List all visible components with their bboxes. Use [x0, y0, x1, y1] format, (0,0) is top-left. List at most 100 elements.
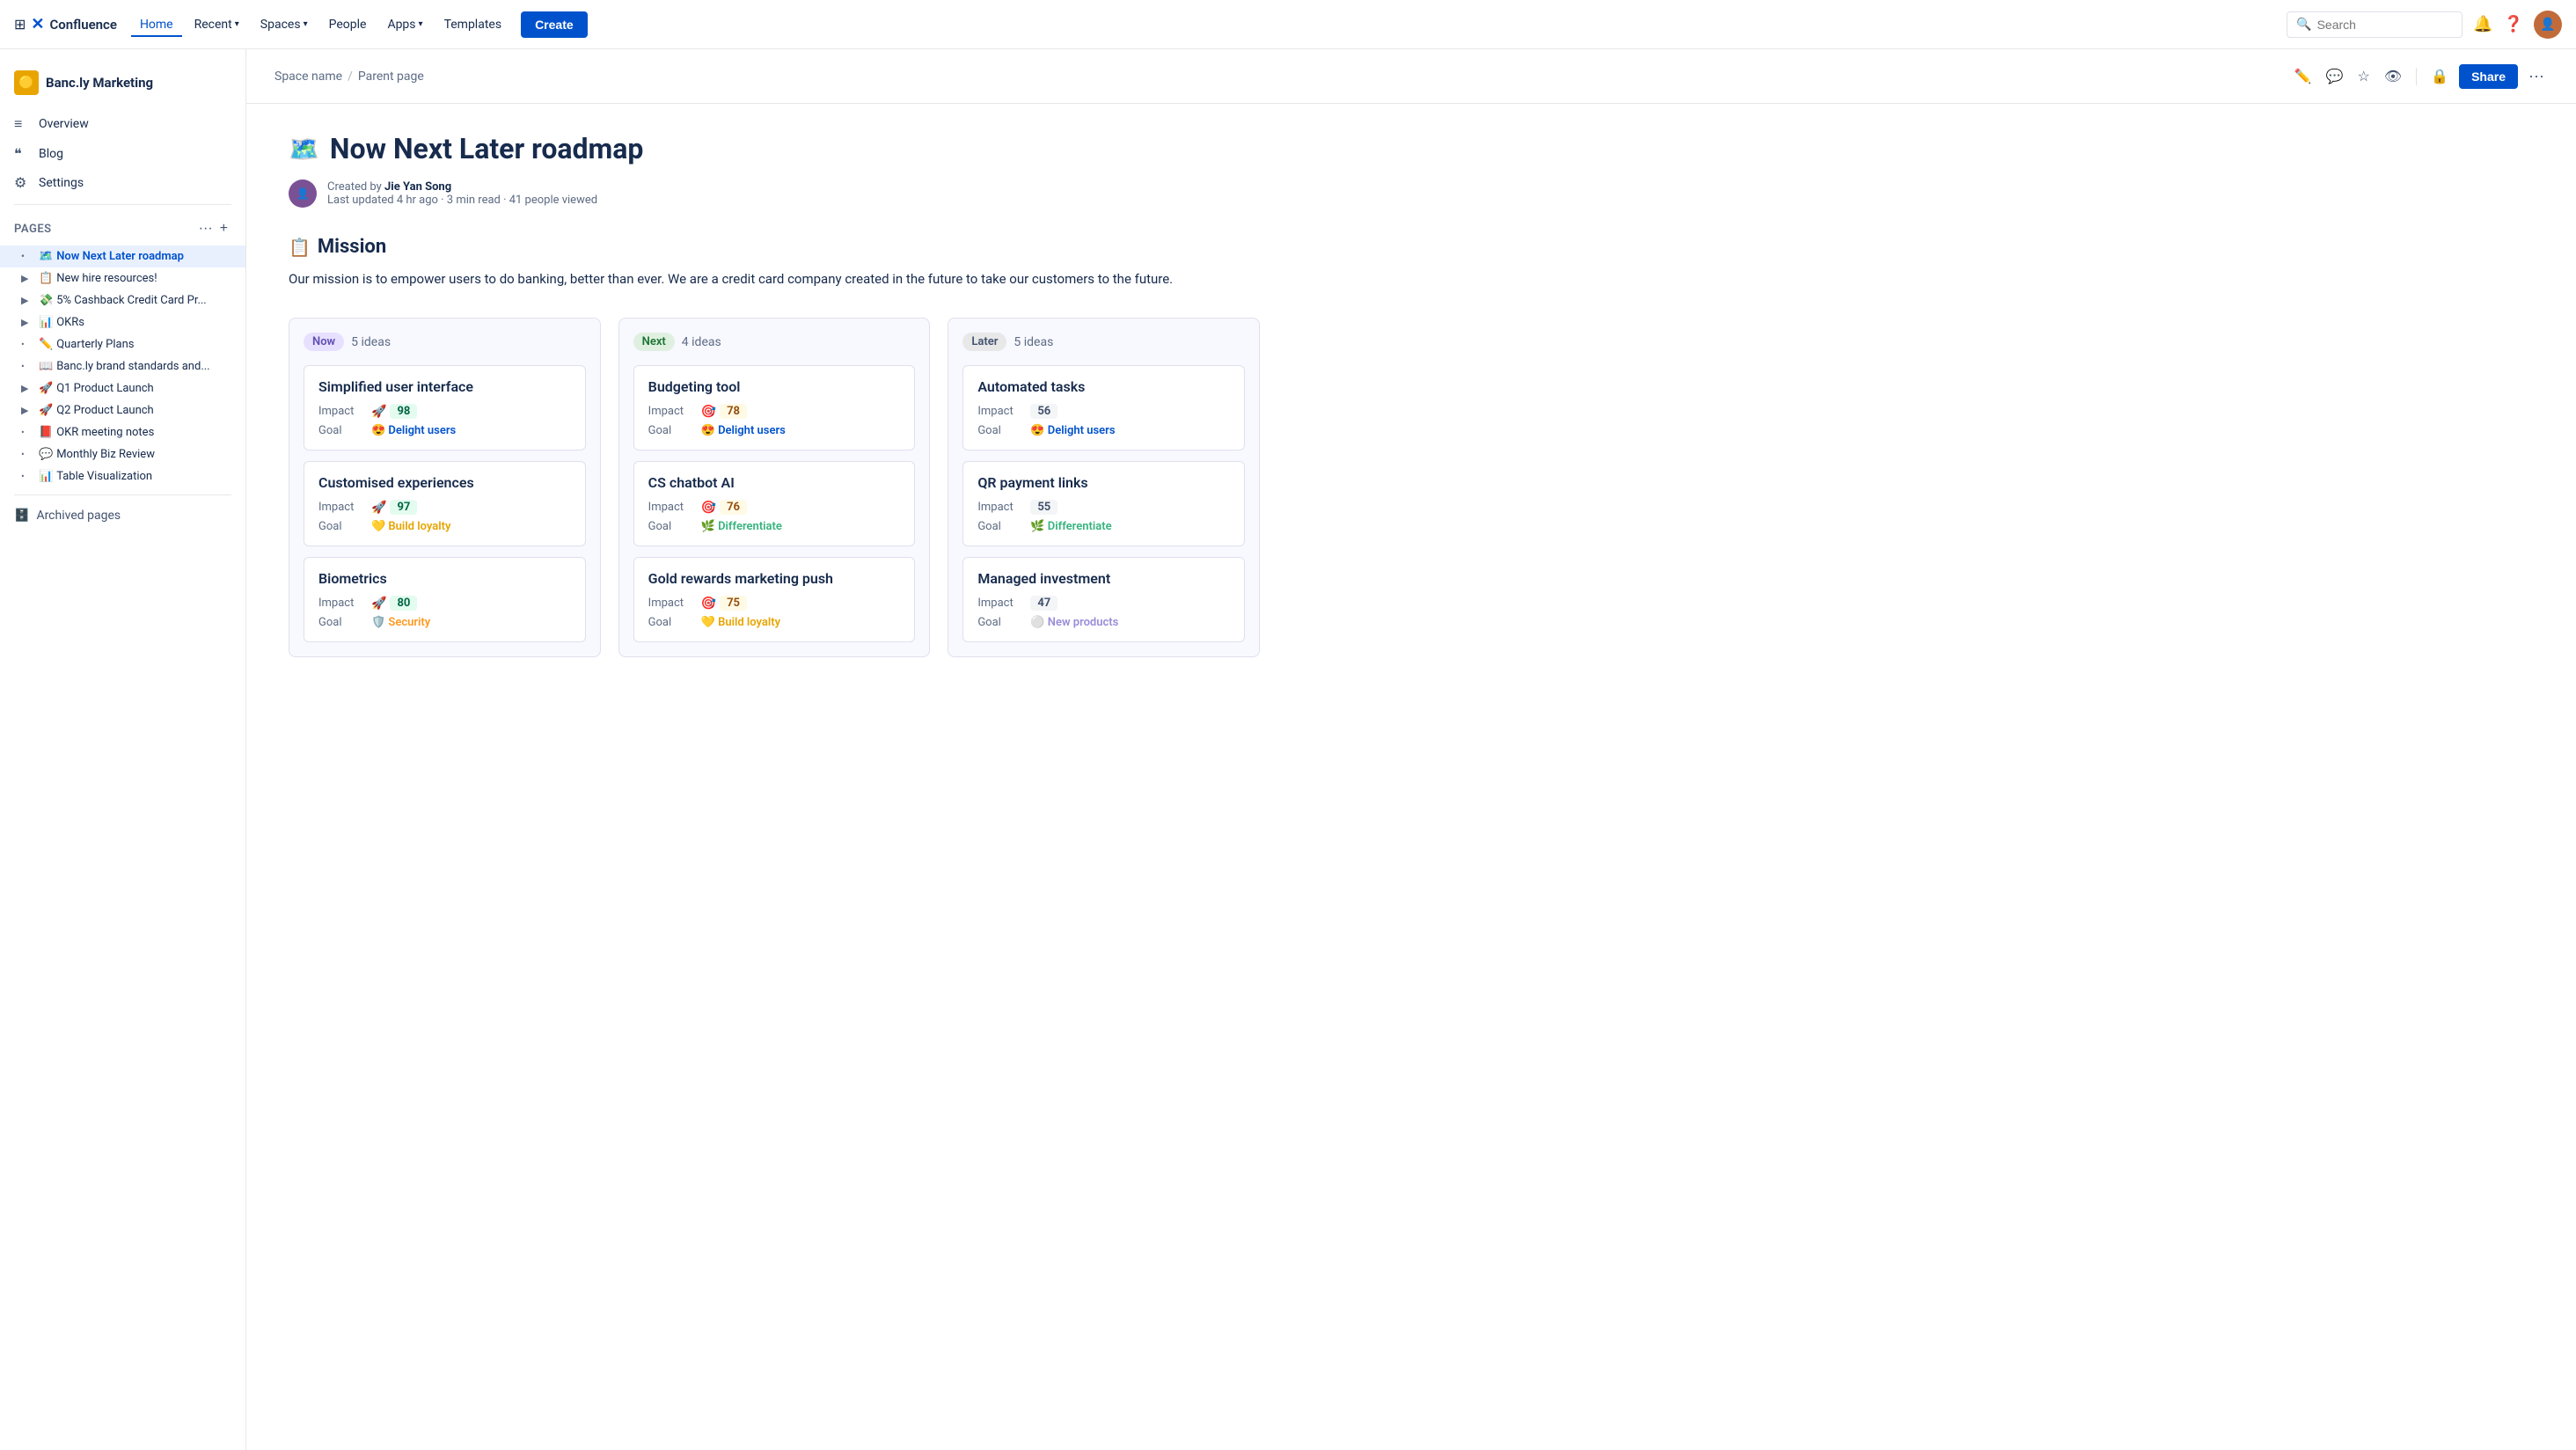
expand-icon: • — [21, 251, 35, 262]
page-item-table-viz[interactable]: • 📊 Table Visualization — [0, 465, 245, 487]
card-title: Biometrics — [318, 570, 571, 587]
grid-icon[interactable]: ⊞ — [14, 16, 26, 33]
pages-more-button[interactable]: ··· — [195, 219, 216, 238]
expand-icon: • — [21, 427, 35, 438]
nav-apps[interactable]: Apps — [378, 12, 431, 37]
confluence-logo-text[interactable]: Confluence — [50, 17, 117, 33]
nav-people[interactable]: People — [320, 12, 376, 37]
page-meta: Last updated 4 hr ago · 3 min read · 41 … — [327, 194, 597, 207]
page-item-quarterly[interactable]: • ✏️ Quarterly Plans — [0, 333, 245, 355]
breadcrumb-parent[interactable]: Parent page — [358, 70, 424, 84]
card-goal-row: Goal🛡️ Security — [318, 616, 571, 629]
settings-icon: ⚙ — [14, 174, 32, 191]
card-later-0[interactable]: Automated tasksImpact56Goal😍 Delight use… — [962, 365, 1245, 450]
card-title: CS chatbot AI — [648, 474, 901, 491]
nav-home[interactable]: Home — [131, 12, 182, 37]
share-button[interactable]: Share — [2459, 64, 2518, 89]
user-avatar[interactable]: 👤 — [2534, 11, 2562, 39]
search-input[interactable] — [2317, 18, 2454, 32]
impact-emoji: 🚀 — [371, 597, 386, 611]
impact-emoji: 🎯 — [701, 501, 716, 515]
goal-tag: 🌿 Differentiate — [1030, 520, 1111, 533]
impact-badge: 98 — [390, 404, 417, 419]
nav-spaces[interactable]: Spaces — [252, 12, 317, 37]
page-item-cashback[interactable]: ▶ 💸 5% Cashback Credit Card Pr... — [0, 289, 245, 311]
page-header: Space name / Parent page ✏️ 💬 ☆ 👁 🔒 Shar… — [246, 49, 2576, 104]
page-label: Banc.ly brand standards and... — [56, 360, 231, 373]
create-button[interactable]: Create — [521, 11, 588, 38]
goal-tag: 😍 Delight users — [1030, 424, 1115, 437]
card-next-2[interactable]: Gold rewards marketing pushImpact🎯75Goal… — [633, 557, 916, 642]
page-item-biz-review[interactable]: • 💬 Monthly Biz Review — [0, 443, 245, 465]
expand-icon: • — [21, 471, 35, 482]
card-next-1[interactable]: CS chatbot AIImpact🎯76Goal🌿 Differentiat… — [633, 461, 916, 546]
author-name: Jie Yan Song — [384, 180, 451, 194]
sidebar-item-settings[interactable]: ⚙ Settings — [0, 168, 245, 197]
impact-emoji: 🚀 — [371, 501, 386, 515]
page-item-q2[interactable]: ▶ 🚀 Q2 Product Launch — [0, 399, 245, 421]
mission-title: 📋 Mission — [289, 236, 1260, 258]
page-label: New hire resources! — [56, 272, 231, 285]
page-label: Quarterly Plans — [56, 338, 231, 351]
card-now-0[interactable]: Simplified user interfaceImpact🚀98Goal😍 … — [304, 365, 586, 450]
page-item-q1[interactable]: ▶ 🚀 Q1 Product Launch — [0, 377, 245, 399]
breadcrumb-space[interactable]: Space name — [274, 70, 342, 84]
card-title: Budgeting tool — [648, 378, 901, 395]
page-label: Q1 Product Launch — [56, 382, 231, 395]
topnav-nav: Home Recent Spaces People Apps Templates — [131, 12, 510, 37]
card-later-2[interactable]: Managed investmentImpact47Goal⚪ New prod… — [962, 557, 1245, 642]
help-icon[interactable]: ❓ — [2504, 15, 2523, 33]
comment-button[interactable]: 💬 — [2323, 64, 2347, 89]
pages-add-button[interactable]: + — [216, 219, 231, 238]
pages-header: Pages ··· + — [0, 212, 245, 245]
impact-value: 56 — [1030, 404, 1057, 419]
page-item-okrs[interactable]: ▶ 📊 OKRs — [0, 311, 245, 333]
impact-label: Impact — [318, 597, 364, 610]
sidebar-item-blog[interactable]: ❝ Blog + — [0, 139, 245, 168]
card-now-2[interactable]: BiometricsImpact🚀80Goal🛡️ Security — [304, 557, 586, 642]
impact-value: 🎯75 — [701, 596, 747, 611]
edit-button[interactable]: ✏️ — [2291, 64, 2316, 89]
goal-tag: 😍 Delight users — [701, 424, 786, 437]
page-item-roadmap[interactable]: • 🗺️ Now Next Later roadmap — [0, 245, 245, 267]
page-actions: ✏️ 💬 ☆ 👁 🔒 Share ··· — [2291, 63, 2548, 89]
card-now-1[interactable]: Customised experiencesImpact🚀97Goal💛 Bui… — [304, 461, 586, 546]
expand-icon: ▶ — [21, 383, 35, 394]
column-count-now: 5 ideas — [351, 335, 391, 349]
star-button[interactable]: ☆ — [2354, 64, 2374, 89]
confluence-icon: ✕ — [31, 15, 44, 33]
column-header-later: Later5 ideas — [962, 333, 1245, 351]
page-item-new-hire[interactable]: ▶ 📋 New hire resources! — [0, 267, 245, 289]
nav-templates[interactable]: Templates — [435, 12, 511, 37]
impact-emoji: 🚀 — [371, 405, 386, 419]
sidebar-space-header[interactable]: 🟡 Banc.ly Marketing — [0, 63, 245, 109]
archived-icon: 🗄️ — [14, 509, 29, 523]
nav-recent[interactable]: Recent — [186, 12, 248, 37]
card-later-1[interactable]: QR payment linksImpact55Goal🌿 Differenti… — [962, 461, 1245, 546]
column-count-next: 4 ideas — [682, 335, 721, 349]
sidebar-item-overview[interactable]: ≡ Overview — [0, 109, 245, 139]
card-title: QR payment links — [977, 474, 1230, 491]
more-options-button[interactable]: ··· — [2525, 63, 2548, 89]
page-label: Monthly Biz Review — [56, 448, 231, 461]
impact-label: Impact — [648, 405, 694, 418]
author-row: 👤 Created by Jie Yan Song Last updated 4… — [289, 179, 1260, 208]
space-name: Banc.ly Marketing — [46, 75, 153, 91]
search-box[interactable]: 🔍 — [2287, 11, 2463, 38]
page-item-brand[interactable]: • 📖 Banc.ly brand standards and... — [0, 355, 245, 377]
column-badge-next: Next — [633, 333, 675, 351]
page-item-okr-meeting[interactable]: • 📕 OKR meeting notes — [0, 421, 245, 443]
impact-label: Impact — [318, 501, 364, 514]
author-created: Created by Jie Yan Song — [327, 180, 597, 194]
impact-label: Impact — [977, 405, 1023, 418]
mission-text: Our mission is to empower users to do ba… — [289, 268, 1260, 289]
card-next-0[interactable]: Budgeting toolImpact🎯78Goal😍 Delight use… — [633, 365, 916, 450]
impact-value: 47 — [1030, 596, 1057, 611]
sidebar-divider-2 — [14, 494, 231, 495]
goal-tag: 🛡️ Security — [371, 616, 430, 629]
archived-label: Archived pages — [36, 509, 121, 523]
watch-button[interactable]: 👁 — [2381, 64, 2405, 89]
notifications-icon[interactable]: 🔔 — [2473, 15, 2492, 33]
sidebar-item-archived[interactable]: 🗄️ Archived pages — [0, 502, 245, 529]
lock-button[interactable]: 🔒 — [2427, 64, 2452, 89]
